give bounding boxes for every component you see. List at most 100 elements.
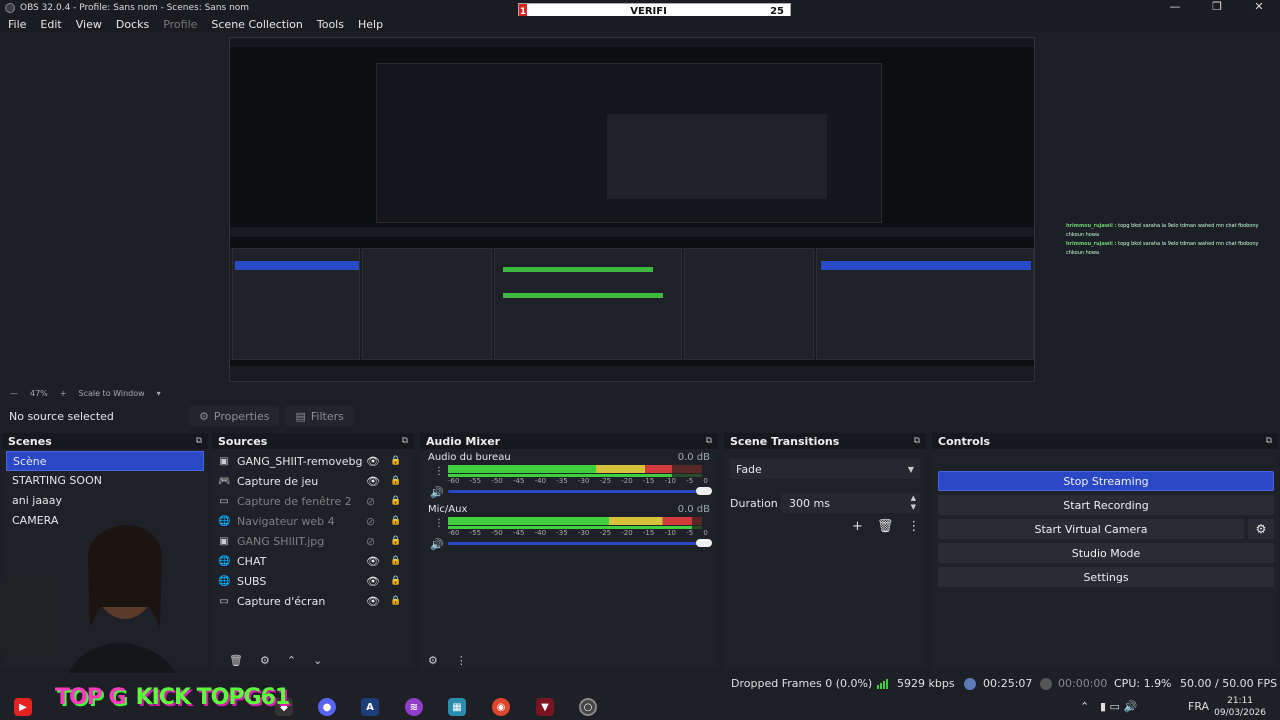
menu-docks[interactable]: Docks: [116, 18, 149, 31]
lock-icon[interactable]: 🔒: [390, 596, 401, 606]
audio-mixer-dock: Audio Mixer ⧉ Audio du bureau 0.0 dB ⋮ -…: [420, 433, 718, 669]
speaker-icon[interactable]: 🔊: [430, 486, 444, 499]
undock-icon[interactable]: ⧉: [196, 436, 202, 446]
scene-item[interactable]: ani jaaay: [6, 491, 204, 511]
controls-dock: Controls ⧉ Stop Streaming Start Recordin…: [932, 433, 1278, 669]
chrome-icon[interactable]: ◉: [492, 698, 510, 716]
visibility-eye-icon[interactable]: 👁: [366, 575, 380, 588]
filters-button[interactable]: ▤ Filters: [285, 406, 354, 426]
visibility-off-icon[interactable]: ⊘: [366, 535, 375, 548]
close-button[interactable]: ✕: [1238, 0, 1280, 16]
studio-mode-button[interactable]: Studio Mode: [938, 543, 1274, 563]
lock-icon[interactable]: 🔒: [390, 516, 401, 526]
menu-view[interactable]: View: [76, 18, 102, 31]
speaker-icon[interactable]: 🔊: [430, 538, 444, 551]
move-down-icon[interactable]: ⌄: [313, 654, 322, 667]
chevron-up-icon[interactable]: ⌃: [1080, 700, 1089, 713]
menu-help[interactable]: Help: [358, 18, 383, 31]
source-item[interactable]: ▣ GANG SHIIIT.jpg ⊘ 🔒: [212, 531, 414, 551]
source-item[interactable]: 🎮 Capture de jeu 👁 🔒: [212, 471, 414, 491]
language-indicator[interactable]: FRA: [1188, 700, 1209, 713]
tray-icons[interactable]: ▮ ▭ 🔊: [1100, 700, 1137, 713]
kebab-menu-icon[interactable]: ⋮: [907, 519, 920, 534]
slider-handle[interactable]: [696, 539, 712, 547]
maximize-button[interactable]: ❐: [1196, 0, 1238, 16]
undock-icon[interactable]: ⧉: [402, 436, 408, 446]
scene-item[interactable]: STARTING SOON: [6, 471, 204, 491]
menu-scene-collection[interactable]: Scene Collection: [211, 18, 302, 31]
source-item[interactable]: 🌐 CHAT 👁 🔒: [212, 551, 414, 571]
lock-icon[interactable]: 🔒: [390, 456, 401, 466]
sources-list: ▣ GANG_SHIIT-removebg 👁 🔒 🎮 Capture de j…: [212, 449, 414, 669]
tick-label: -20: [621, 529, 633, 537]
trash-icon[interactable]: 🗑: [877, 519, 894, 534]
music-app-icon[interactable]: ≋: [405, 698, 423, 716]
lock-icon[interactable]: 🔒: [390, 496, 401, 506]
undock-icon[interactable]: ⧉: [1266, 436, 1272, 446]
game-icon[interactable]: ▼: [536, 698, 554, 716]
menu-file[interactable]: File: [8, 18, 26, 31]
menu-edit[interactable]: Edit: [40, 18, 61, 31]
visibility-eye-icon[interactable]: 👁: [366, 555, 380, 568]
lock-icon[interactable]: 🔒: [390, 576, 401, 586]
minimize-button[interactable]: —: [1154, 0, 1196, 16]
visibility-eye-icon[interactable]: 👁: [366, 455, 380, 468]
trash-icon[interactable]: 🗑: [229, 654, 243, 667]
lock-icon[interactable]: 🔒: [390, 476, 401, 486]
clock[interactable]: 21:11 09/03/2026: [1214, 695, 1266, 719]
tick-label: -35: [556, 529, 568, 537]
transition-select[interactable]: Fade ▼: [730, 459, 920, 479]
youtube-icon[interactable]: ▶: [14, 698, 32, 716]
source-item[interactable]: ▭ Capture d'écran 👁 🔒: [212, 591, 414, 611]
meter-level: [448, 465, 672, 473]
visibility-eye-icon[interactable]: 👁: [366, 475, 380, 488]
add-icon[interactable]: +: [852, 519, 863, 534]
visibility-eye-icon[interactable]: 👁: [366, 595, 380, 608]
undock-icon[interactable]: ⧉: [914, 436, 920, 446]
lock-icon[interactable]: 🔒: [390, 556, 401, 566]
transitions-toolbar: + 🗑 ⋮: [852, 519, 934, 534]
app-a-icon[interactable]: A: [361, 698, 379, 716]
stop-streaming-button[interactable]: Stop Streaming: [938, 471, 1274, 491]
source-item[interactable]: ▣ GANG_SHIIT-removebg 👁 🔒: [212, 451, 414, 471]
gear-icon[interactable]: ⚙: [428, 654, 438, 667]
volume-slider[interactable]: [448, 487, 712, 495]
program-preview[interactable]: [229, 37, 1035, 382]
gear-icon[interactable]: ⚙: [1248, 519, 1274, 539]
menu-tools[interactable]: Tools: [317, 18, 344, 31]
kebab-menu-icon[interactable]: ⋮: [434, 466, 444, 477]
visibility-off-icon[interactable]: ⊘: [366, 495, 375, 508]
move-up-icon[interactable]: ⌃: [287, 654, 296, 667]
duration-value: 300 ms: [789, 496, 830, 510]
scene-item[interactable]: Scène: [6, 451, 204, 471]
chevron-down-icon[interactable]: ▾: [157, 389, 161, 398]
preview-nested-controls: [816, 248, 1034, 360]
lock-icon[interactable]: 🔒: [390, 536, 401, 546]
obs-taskbar-icon[interactable]: ○: [579, 698, 597, 716]
file-manager-icon[interactable]: ▦: [448, 698, 466, 716]
source-item[interactable]: 🌐 Navigateur web 4 ⊘ 🔒: [212, 511, 414, 531]
kebab-menu-icon[interactable]: ⋮: [456, 654, 467, 667]
gear-icon[interactable]: ⚙: [260, 654, 270, 667]
visibility-off-icon[interactable]: ⊘: [366, 515, 375, 528]
zoom-out-button[interactable]: —: [10, 389, 18, 398]
spinner-icon[interactable]: ▲ ▼: [911, 494, 916, 512]
undock-icon[interactable]: ⧉: [706, 436, 712, 446]
preview-area[interactable]: hrimmou_rujawii : topg bkol saraha la 9e…: [0, 32, 1280, 385]
menu-profile[interactable]: Profile: [163, 18, 197, 31]
volume-slider[interactable]: [448, 539, 712, 547]
slider-handle[interactable]: [696, 487, 712, 495]
zoom-in-button[interactable]: +: [60, 389, 67, 398]
properties-button[interactable]: ⚙ Properties: [189, 406, 280, 426]
settings-button[interactable]: Settings: [938, 567, 1274, 587]
source-item[interactable]: ▭ Capture de fenêtre 2 ⊘ 🔒: [212, 491, 414, 511]
start-virtual-camera-button[interactable]: Start Virtual Camera: [938, 519, 1244, 539]
discord-icon[interactable]: ●: [318, 698, 336, 716]
kebab-menu-icon[interactable]: ⋮: [434, 518, 444, 529]
duration-input[interactable]: 300 ms ▲ ▼: [781, 493, 920, 513]
scene-item[interactable]: CAMERA: [6, 511, 204, 531]
start-recording-button[interactable]: Start Recording: [938, 495, 1274, 515]
tick-label: -55: [469, 477, 482, 485]
scale-mode-select[interactable]: Scale to Window: [78, 389, 144, 398]
source-item[interactable]: 🌐 SUBS 👁 🔒: [212, 571, 414, 591]
